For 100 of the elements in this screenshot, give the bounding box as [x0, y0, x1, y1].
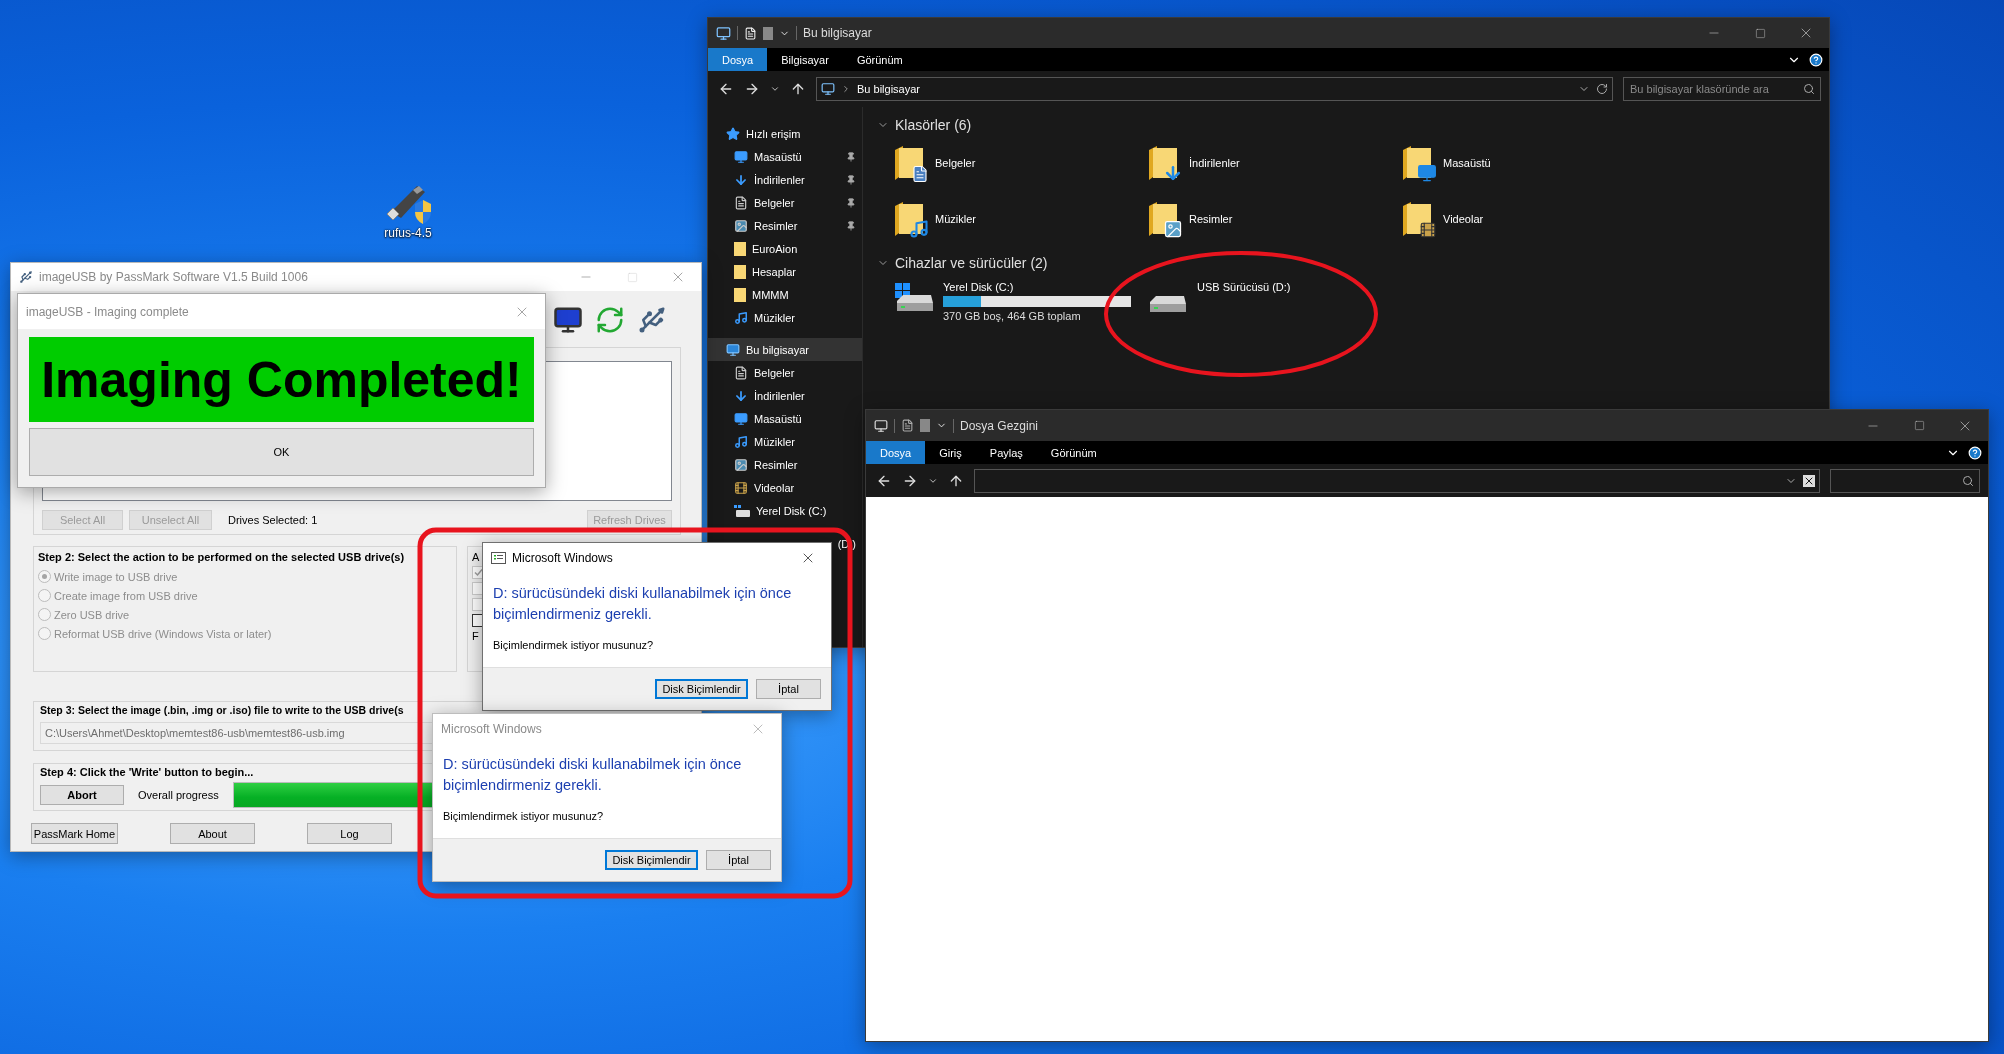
ribbon-tab[interactable]: Paylaş — [975, 441, 1037, 464]
nav-item[interactable]: Videolar — [708, 476, 862, 499]
download-icon — [734, 388, 748, 403]
dialog-button[interactable]: Disk Biçimlendir — [655, 679, 748, 699]
nav-item[interactable]: EuroAion — [708, 237, 862, 260]
dialog-message: D: sürücüsündeki diski kullanabilmek için önce biçimlendirmeniz gerekli. — [493, 584, 793, 624]
window-icon — [491, 552, 506, 564]
dialog-question: Biçimlendirmek istiyor musunuz? — [443, 810, 605, 822]
up-icon[interactable] — [790, 81, 806, 97]
nav-item[interactable]: MMMM — [708, 283, 862, 306]
drives-selected-label: Drives Selected: 1 — [228, 514, 318, 526]
status-banner: Imaging Completed! — [29, 337, 534, 422]
search-icon[interactable] — [1962, 474, 1974, 487]
dialog-button[interactable]: İptal — [706, 850, 771, 870]
address-text[interactable]: Bu bilgisayar — [857, 83, 1572, 95]
folder-name[interactable]: İndirilenler — [1189, 157, 1240, 169]
dialog-title: Microsoft Windows — [512, 551, 614, 565]
clear-icon[interactable] — [1803, 474, 1815, 487]
nav-item[interactable]: Belgeler — [708, 191, 862, 214]
properties-icon[interactable] — [901, 419, 914, 432]
nav-item[interactable]: İndirilenler — [708, 384, 862, 407]
pin-icon — [846, 174, 856, 185]
abort-button[interactable]: Abort — [40, 785, 124, 805]
dialog-title: Microsoft Windows — [441, 722, 543, 736]
app-icon — [19, 270, 33, 284]
drive-info: 370 GB boş, 464 GB toplam — [943, 310, 1082, 322]
footer-button[interactable]: Log — [307, 823, 392, 844]
drive-name[interactable]: USB Sürücüsü (D:) — [1197, 281, 1291, 293]
search-field[interactable]: Bu bilgisayar klasöründe ara — [1623, 77, 1821, 101]
dialog-button[interactable]: Disk Biçimlendir — [605, 850, 698, 870]
nav-item[interactable]: Hızlı erişim — [708, 122, 862, 145]
desktop-icon — [734, 411, 748, 426]
computer-icon — [553, 305, 583, 335]
search-field[interactable] — [1830, 468, 1980, 493]
folder-name[interactable]: Masaüstü — [1443, 157, 1491, 169]
ribbon-tab[interactable]: Bilgisayar — [767, 48, 843, 71]
nav-item[interactable]: İndirilenler — [708, 168, 862, 191]
nav-item[interactable]: Resimler — [708, 453, 862, 476]
film-icon — [734, 480, 748, 495]
ok-button[interactable]: OK — [29, 428, 534, 476]
drive-name[interactable]: Yerel Disk (C:) — [943, 281, 1131, 293]
folder-icon — [1147, 144, 1181, 182]
music-icon — [734, 310, 748, 325]
search-icon[interactable] — [1803, 83, 1815, 95]
maximize-icon[interactable] — [1913, 420, 1925, 431]
nav-item[interactable]: Müzikler — [708, 430, 862, 453]
folder-name[interactable]: Müzikler — [935, 213, 976, 225]
footer-button[interactable]: PassMark Home — [31, 823, 118, 844]
forward-icon[interactable] — [744, 81, 760, 97]
folder-icon — [1401, 144, 1435, 182]
nav-item[interactable]: Belgeler — [708, 361, 862, 384]
back-icon[interactable] — [718, 81, 734, 97]
breadcrumb-chevron-icon[interactable] — [841, 84, 851, 94]
nav-item[interactable]: Masaüstü — [708, 407, 862, 430]
music-icon — [734, 434, 748, 449]
folder-icon — [1401, 200, 1435, 238]
folder-name[interactable]: Resimler — [1189, 213, 1233, 225]
ribbon-tab[interactable]: Görünüm — [842, 48, 917, 71]
folder-icon — [734, 264, 746, 279]
refresh-icon — [595, 305, 625, 335]
maximize-icon[interactable] — [1754, 27, 1766, 39]
folder-name[interactable]: Videolar — [1443, 213, 1484, 225]
recent-icon[interactable] — [770, 84, 780, 94]
ribbon-tab[interactable]: Giriş — [925, 441, 976, 464]
section-heading: Cihazlar ve sürücüler (2) — [895, 255, 1048, 271]
progress-label: Overall progress — [138, 789, 219, 801]
document-icon — [734, 365, 748, 380]
nav-item[interactable]: Bu bilgisayar — [708, 338, 862, 361]
help-icon[interactable] — [1968, 445, 1982, 460]
step-heading: Step 2: Select the action to be performed on the selected USB drive(s) — [38, 551, 406, 563]
disk-icon — [734, 504, 750, 517]
group-label: A — [472, 551, 480, 563]
pin-icon — [846, 151, 856, 162]
nav-item[interactable]: Masaüstü — [708, 145, 862, 168]
dialog-title: imageUSB - Imaging complete — [26, 304, 190, 319]
section-heading: Klasörler (6) — [895, 117, 972, 133]
desktop-icon-label[interactable]: rufus-4.5 — [384, 226, 432, 240]
step-heading: Step 3: Select the image (.bin, .img or .iso) file to write to the USB drive(s — [40, 704, 405, 716]
address-bar[interactable]: Bu bilgisayar — [816, 77, 1613, 101]
ribbon-tab[interactable]: Dosya — [708, 48, 768, 71]
folder-icon — [734, 241, 746, 256]
folder-name[interactable]: Belgeler — [935, 157, 976, 169]
dialog-button[interactable]: İptal — [756, 679, 821, 699]
refresh-icon[interactable] — [1596, 83, 1608, 95]
ribbon-tab[interactable]: Dosya — [866, 441, 926, 464]
star-icon — [726, 126, 740, 141]
folder-icon — [893, 144, 927, 182]
nav-item[interactable]: Müzikler — [708, 306, 862, 329]
ribbon-tab[interactable]: Görünüm — [1036, 441, 1111, 464]
step-heading: Step 4: Click the 'Write' button to begin... — [40, 766, 255, 778]
nav-item[interactable]: Resimler — [708, 214, 862, 237]
help-icon[interactable] — [1809, 52, 1823, 67]
window-title: Dosya Gezgini — [960, 418, 1040, 433]
nav-item[interactable]: Hesaplar — [708, 260, 862, 283]
window-title: Bu bilgisayar — [803, 26, 873, 40]
download-icon — [734, 172, 748, 187]
footer-button[interactable]: About — [170, 823, 255, 844]
dialog-question: Biçimlendirmek istiyor musunuz? — [493, 639, 655, 651]
nav-item[interactable]: Yerel Disk (C:) — [708, 499, 862, 522]
desktop-icon — [734, 149, 748, 164]
